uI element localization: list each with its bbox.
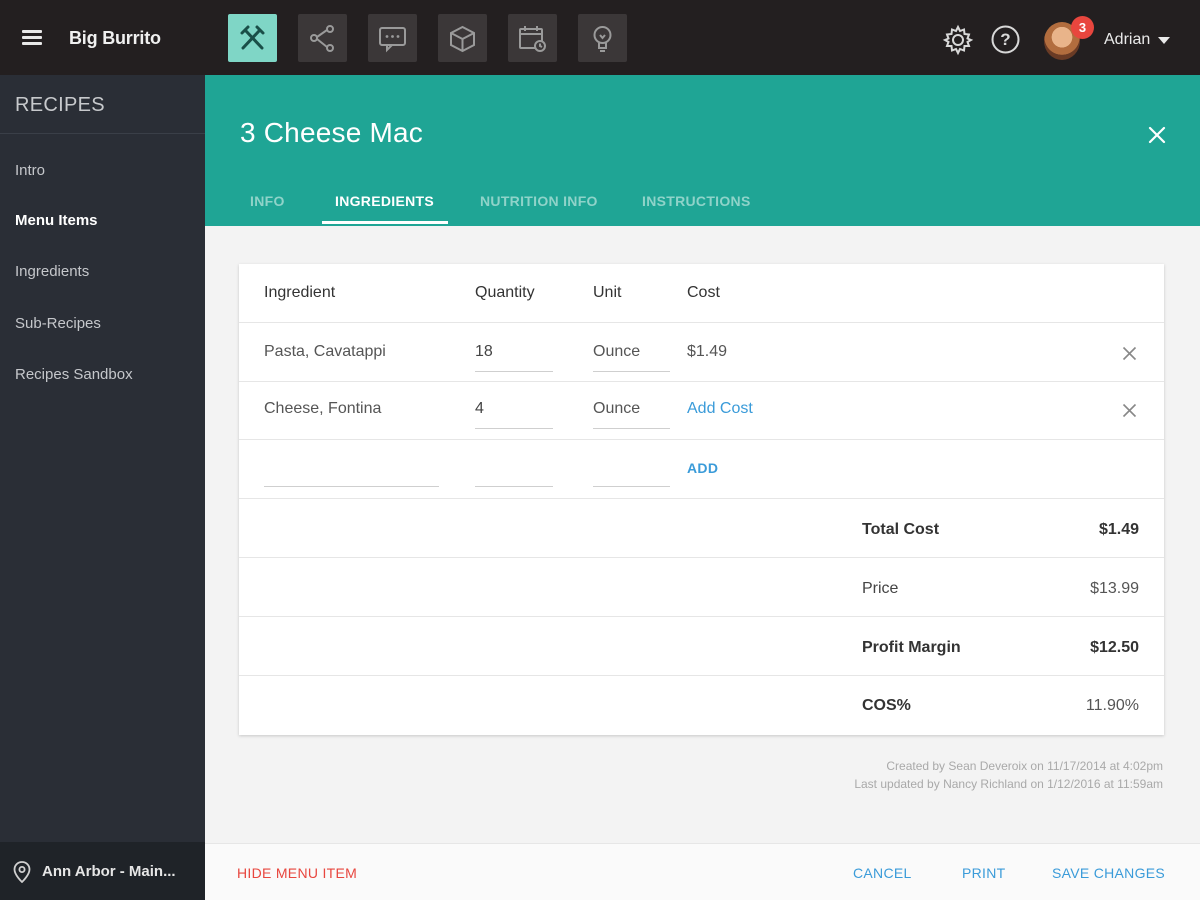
location-selector[interactable]: Ann Arbor - Main... <box>0 842 205 900</box>
tab-ingredients[interactable]: INGREDIENTS <box>335 193 434 209</box>
network-icon[interactable] <box>298 14 347 62</box>
created-info: Created by Sean Deveroix on 11/17/2014 a… <box>886 759 1163 773</box>
hide-menu-item-button[interactable]: HIDE MENU ITEM <box>237 865 357 881</box>
sidebar: RECIPES Intro Menu Items Ingredients Sub… <box>0 75 205 900</box>
tab-nutrition-info[interactable]: NUTRITION INFO <box>480 193 598 209</box>
ingredients-card: Ingredient Quantity Unit Cost Pasta, Cav… <box>239 264 1164 735</box>
divider <box>239 675 1164 676</box>
location-pin-icon <box>13 861 31 888</box>
top-bar: Big Burrito ? 3 Adrian <box>0 0 1200 75</box>
column-header-unit: Unit <box>593 284 622 301</box>
ingredient-name: Cheese, Fontina <box>264 400 382 417</box>
cancel-button[interactable]: CANCEL <box>853 865 912 881</box>
remove-row-icon[interactable] <box>1122 346 1137 366</box>
profit-margin-value: $12.50 <box>1090 639 1139 656</box>
page-title: 3 Cheese Mac <box>240 117 423 148</box>
settings-gear-icon[interactable] <box>942 24 974 61</box>
column-header-cost: Cost <box>687 284 720 301</box>
quantity-input[interactable] <box>475 486 553 487</box>
close-icon[interactable] <box>1147 125 1167 150</box>
sidebar-title: RECIPES <box>15 94 105 116</box>
chevron-down-icon[interactable] <box>1158 37 1170 44</box>
user-menu[interactable]: Adrian <box>1104 31 1150 49</box>
svg-text:?: ? <box>1000 30 1010 49</box>
price-value: $13.99 <box>1090 580 1139 597</box>
menu-icon[interactable] <box>22 30 42 46</box>
sidebar-item-sub-recipes[interactable]: Sub-Recipes <box>15 315 101 332</box>
divider <box>239 498 1164 499</box>
add-cost-link[interactable]: Add Cost <box>687 400 753 418</box>
location-label: Ann Arbor - Main... <box>42 863 176 880</box>
divider <box>239 322 1164 323</box>
sidebar-item-intro[interactable]: Intro <box>15 162 45 179</box>
recipes-icon[interactable] <box>228 14 277 62</box>
messages-icon[interactable] <box>368 14 417 62</box>
updated-info: Last updated by Nancy Richland on 1/12/2… <box>854 777 1163 791</box>
lightbulb-icon[interactable] <box>578 14 627 62</box>
ingredient-input[interactable] <box>264 486 439 487</box>
ingredient-name: Pasta, Cavatappi <box>264 343 386 360</box>
divider <box>239 381 1164 382</box>
divider <box>239 439 1164 440</box>
total-cost-label: Total Cost <box>862 521 940 538</box>
action-footer: HIDE MENU ITEM CANCEL PRINT SAVE CHANGES <box>205 843 1200 900</box>
divider <box>0 133 205 134</box>
active-tab-indicator <box>322 221 448 224</box>
sidebar-item-ingredients[interactable]: Ingredients <box>15 263 89 280</box>
quantity-input[interactable]: 18 <box>475 343 493 361</box>
unit-select[interactable] <box>593 486 670 487</box>
tab-info[interactable]: INFO <box>250 193 285 209</box>
add-ingredient-button[interactable]: ADD <box>687 460 718 476</box>
unit-select-underline <box>593 371 670 372</box>
help-icon[interactable]: ? <box>990 24 1021 60</box>
profit-margin-label: Profit Margin <box>862 639 961 656</box>
total-cost-value: $1.49 <box>1098 521 1139 538</box>
recipe-header: 3 Cheese Mac INFO INGREDIENTS NUTRITION … <box>205 75 1200 226</box>
quantity-input[interactable]: 4 <box>475 400 484 418</box>
column-header-quantity: Quantity <box>475 284 535 301</box>
sidebar-item-menu-items[interactable]: Menu Items <box>15 212 98 229</box>
inventory-icon[interactable] <box>438 14 487 62</box>
divider <box>239 616 1164 617</box>
brand-name: Big Burrito <box>69 28 161 48</box>
cost-value: $1.49 <box>687 343 728 360</box>
save-changes-button[interactable]: SAVE CHANGES <box>1052 865 1165 881</box>
column-header-ingredient: Ingredient <box>264 284 336 301</box>
unit-select-underline <box>593 428 670 429</box>
sidebar-item-recipes-sandbox[interactable]: Recipes Sandbox <box>15 366 133 383</box>
price-label: Price <box>862 580 899 597</box>
notification-badge[interactable]: 3 <box>1071 16 1094 39</box>
tab-instructions[interactable]: INSTRUCTIONS <box>642 193 751 209</box>
cos-percent-label: COS% <box>862 697 911 714</box>
unit-select[interactable]: Ounce <box>593 400 640 418</box>
print-button[interactable]: PRINT <box>962 865 1006 881</box>
divider <box>239 557 1164 558</box>
remove-row-icon[interactable] <box>1122 403 1137 423</box>
quantity-input-underline <box>475 371 553 372</box>
unit-select[interactable]: Ounce <box>593 343 640 361</box>
cos-percent-value: 11.90% <box>1085 697 1139 714</box>
schedule-icon[interactable] <box>508 14 557 62</box>
quantity-input-underline <box>475 428 553 429</box>
